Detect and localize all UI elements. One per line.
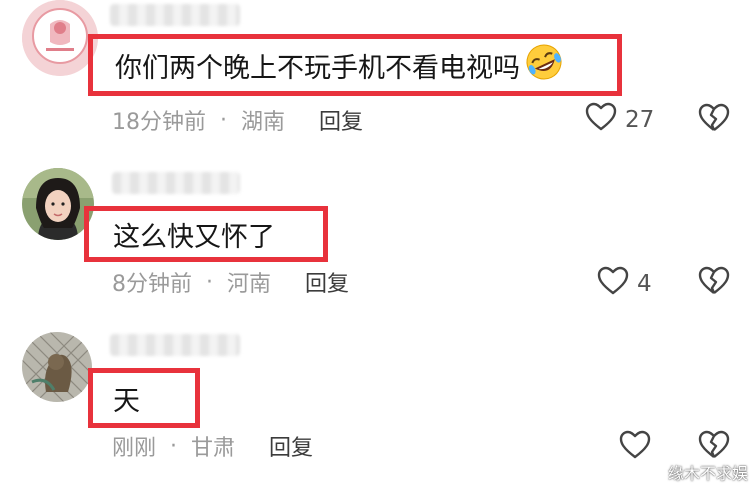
comment-text-content: 你们两个晚上不玩手机不看电视吗: [115, 52, 520, 84]
comment-location: 湖南: [241, 110, 286, 135]
heart-outline-icon: [585, 102, 617, 138]
separator-dot: ·: [206, 269, 213, 295]
comment-location: 甘肃: [191, 436, 236, 461]
comment-highlight-box: 天: [88, 368, 200, 428]
avatar[interactable]: [22, 0, 98, 76]
comment-item-3: 天 刚刚 · 甘肃 回复: [0, 310, 756, 492]
heart-outline-icon: [619, 430, 651, 466]
comment-location: 河南: [227, 272, 272, 297]
comment-meta: 18分钟前 · 湖南 回复: [112, 104, 363, 136]
comment-item-2: 这么快又怀了 8分钟前 · 河南 回复 4: [0, 150, 756, 310]
comment-time: 18分钟前: [112, 110, 206, 135]
comment-meta: 8分钟前 · 河南 回复: [112, 266, 349, 298]
username-blurred[interactable]: [110, 334, 240, 356]
comment-text: 你们两个晚上不玩手机不看电视吗: [115, 42, 564, 89]
like-button[interactable]: 4: [597, 266, 652, 302]
username-blurred[interactable]: [110, 4, 240, 26]
heart-outline-icon: [597, 266, 629, 302]
comment-highlight-box: 你们两个晚上不玩手机不看电视吗: [88, 34, 622, 96]
like-button[interactable]: [619, 430, 659, 466]
like-button[interactable]: 27: [585, 102, 654, 138]
comment-text: 这么快又怀了: [113, 221, 275, 253]
separator-dot: ·: [170, 433, 178, 459]
comment-text: 天: [113, 385, 140, 417]
reply-button[interactable]: 回复: [319, 104, 363, 136]
comment-highlight-box: 这么快又怀了: [84, 206, 328, 262]
comment-meta: 刚刚 · 甘肃 回复: [112, 430, 313, 462]
separator-dot: ·: [220, 107, 227, 133]
dislike-button[interactable]: [697, 430, 731, 464]
comment-time: 刚刚: [112, 436, 157, 461]
broken-heart-icon: [697, 266, 731, 300]
reply-button[interactable]: 回复: [269, 430, 313, 462]
comment-time: 8分钟前: [112, 272, 192, 297]
reply-button[interactable]: 回复: [305, 266, 349, 298]
comment-item-1: 你们两个晚上不玩手机不看电视吗 18分钟前 · 湖南 回复 27: [0, 0, 756, 150]
dislike-button[interactable]: [697, 266, 731, 300]
avatar[interactable]: [22, 332, 92, 402]
dislike-button[interactable]: [697, 103, 731, 137]
username-blurred[interactable]: [112, 172, 240, 194]
rofl-emoji-icon: [524, 42, 564, 89]
like-count: 27: [625, 107, 655, 133]
watermark-text: 缘木不求娱: [667, 464, 748, 483]
broken-heart-icon: [697, 103, 731, 137]
like-count: 4: [637, 271, 652, 297]
